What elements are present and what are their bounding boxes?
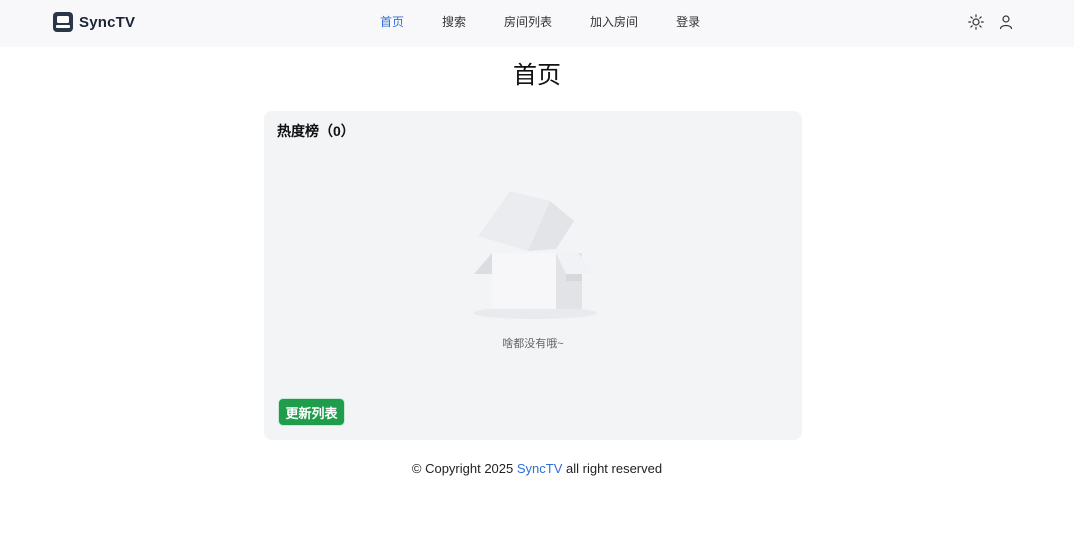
- hot-list-header: 热度榜（0）: [277, 123, 355, 139]
- hot-list-card: 热度榜（0） 啥都没有哦~ 更新列表: [264, 111, 802, 440]
- refresh-list-button[interactable]: 更新列表: [278, 398, 345, 426]
- footer-copyright-suffix: all right reserved: [562, 461, 663, 476]
- empty-box-icon: [473, 191, 597, 319]
- main-nav: 首页 搜索 房间列表 加入房间 登录: [380, 14, 738, 30]
- tv-logo-icon: [53, 12, 73, 32]
- footer: © Copyright 2025 SyncTV all right reserv…: [0, 461, 1074, 477]
- page-title: 首页: [513, 62, 561, 89]
- nav-link-join-room[interactable]: 加入房间: [590, 14, 638, 30]
- brand-name: SyncTV: [79, 13, 136, 31]
- nav-actions: [968, 14, 1014, 30]
- brand-link[interactable]: SyncTV: [53, 12, 135, 32]
- nav-link-home[interactable]: 首页: [380, 14, 404, 30]
- navbar: SyncTV 首页 搜索 房间列表 加入房间 登录: [0, 0, 1074, 47]
- nav-link-room-list[interactable]: 房间列表: [504, 14, 552, 30]
- footer-synctv-link[interactable]: SyncTV: [517, 461, 563, 476]
- nav-link-login[interactable]: 登录: [676, 14, 700, 30]
- sun-icon[interactable]: [968, 14, 984, 30]
- user-icon[interactable]: [998, 14, 1014, 30]
- nav-link-search[interactable]: 搜索: [442, 14, 466, 30]
- empty-state-text: 啥都没有哦~: [502, 338, 564, 350]
- footer-copyright-prefix: © Copyright 2025: [411, 461, 517, 476]
